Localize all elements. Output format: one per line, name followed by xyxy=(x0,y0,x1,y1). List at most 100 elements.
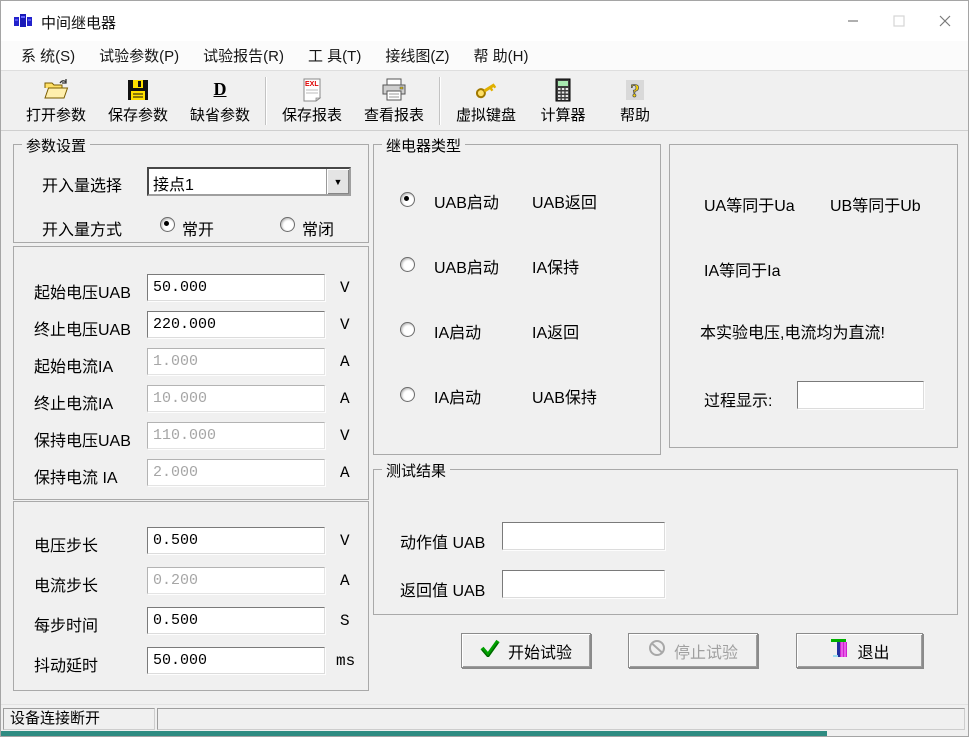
toolbar-button-calculator[interactable]: 计算器 xyxy=(527,74,599,128)
svg-text:?: ? xyxy=(630,81,640,102)
field-unit: A xyxy=(340,390,350,408)
params-steps-panel: 电压步长 V 电流步长 A 每步时间 S 抖动延时 ms xyxy=(13,501,369,691)
relay-option-radio-4[interactable] xyxy=(400,387,415,402)
relay-option-start-label[interactable]: IA启动 xyxy=(434,319,481,343)
minimize-button[interactable] xyxy=(830,1,876,41)
menu-item-tools[interactable]: 工 具(T) xyxy=(296,45,373,66)
menu-item-test-report[interactable]: 试验报告(R) xyxy=(191,45,296,66)
window-titlebar[interactable]: 中间继电器 xyxy=(1,1,968,41)
field-label: 起始电压UAB xyxy=(34,279,131,303)
menu-item-wiring-diagram[interactable]: 接线图(Z) xyxy=(373,45,461,66)
toolbar: 打开参数 保存参数 D 缺省参数 xyxy=(1,71,968,131)
field-unit: V xyxy=(340,532,350,550)
default-d-icon: D xyxy=(206,77,234,103)
toolbar-button-virtual-keyboard[interactable]: 虚拟键盘 xyxy=(445,74,527,128)
input-select-value: 接点1 xyxy=(149,169,326,194)
stop-test-button: 停止试验 xyxy=(628,633,758,668)
stop-test-label: 停止试验 xyxy=(674,639,738,663)
toolbar-button-save-report[interactable]: EXL 保存报表 xyxy=(271,74,353,128)
info-line-ub: UB等同于Ub xyxy=(830,192,921,216)
taskbar-strip xyxy=(1,731,827,737)
toolbar-button-save-params[interactable]: 保存参数 xyxy=(97,74,179,128)
printer-icon xyxy=(380,77,408,103)
field-label: 保持电压UAB xyxy=(34,427,131,451)
start-voltage-input[interactable] xyxy=(147,274,325,301)
toolbar-button-label: 打开参数 xyxy=(26,104,86,125)
params-group: 参数设置 开入量选择 接点1 ▼ 开入量方式 常开 常闭 xyxy=(13,144,369,243)
toolbar-button-label: 保存参数 xyxy=(108,104,168,125)
step-time-input[interactable] xyxy=(147,607,325,634)
relay-option-end-label: UAB返回 xyxy=(532,189,597,213)
toolbar-button-view-report[interactable]: 查看报表 xyxy=(353,74,435,128)
info-line-ua: UA等同于Ua xyxy=(704,192,795,216)
chevron-down-icon: ▼ xyxy=(334,177,343,187)
field-unit: ms xyxy=(336,652,355,670)
end-voltage-input[interactable] xyxy=(147,311,325,338)
current-step-input xyxy=(147,567,325,594)
field-label: 每步时间 xyxy=(34,612,98,636)
toolbar-button-open-params[interactable]: 打开参数 xyxy=(15,74,97,128)
relay-type-group: 继电器类型 UAB启动 UAB返回 UAB启动 IA保持 IA启动 IA返回 I… xyxy=(373,144,661,455)
radio-normally-closed[interactable] xyxy=(280,217,295,232)
relay-option-start-label[interactable]: UAB启动 xyxy=(434,189,499,213)
start-test-label: 开始试验 xyxy=(508,639,572,663)
menu-item-system[interactable]: 系 统(S) xyxy=(9,45,87,66)
result-return-label: 返回值 UAB xyxy=(400,577,485,601)
result-action-label: 动作值 UAB xyxy=(400,529,485,553)
results-group-title: 测试结果 xyxy=(382,460,450,481)
toolbar-button-default-params[interactable]: D 缺省参数 xyxy=(179,74,261,128)
menubar: 系 统(S) 试验参数(P) 试验报告(R) 工 具(T) 接线图(Z) 帮 助… xyxy=(1,41,968,71)
combo-dropdown-button[interactable]: ▼ xyxy=(326,169,349,194)
relay-option-end-label: UAB保持 xyxy=(532,384,597,408)
relay-option-radio-2[interactable] xyxy=(400,257,415,272)
params-group-title: 参数设置 xyxy=(22,135,90,156)
relay-option-start-label[interactable]: IA启动 xyxy=(434,384,481,408)
toolbar-separator xyxy=(439,77,441,125)
toolbar-button-label: 查看报表 xyxy=(364,104,424,125)
help-question-icon: ? xyxy=(621,77,649,103)
toolbar-separator xyxy=(265,77,267,125)
field-label: 终止电压UAB xyxy=(34,316,131,340)
radio-normally-closed-label[interactable]: 常闭 xyxy=(302,216,334,240)
excel-report-icon: EXL xyxy=(298,77,326,103)
check-icon xyxy=(480,639,500,662)
field-unit: V xyxy=(340,427,350,445)
exit-label: 退出 xyxy=(857,639,889,663)
input-select-combo[interactable]: 接点1 ▼ xyxy=(147,167,351,196)
field-label: 保持电流 IA xyxy=(34,464,118,488)
exit-button[interactable]: 退出 xyxy=(796,633,923,668)
input-mode-label: 开入量方式 xyxy=(42,216,122,240)
field-unit: A xyxy=(340,353,350,371)
close-button[interactable] xyxy=(922,1,968,41)
field-label: 终止电流IA xyxy=(34,390,113,414)
jitter-delay-input[interactable] xyxy=(147,647,325,674)
app-icon xyxy=(14,13,32,29)
relay-option-radio-1[interactable] xyxy=(400,192,415,207)
process-display-input xyxy=(797,381,924,409)
toolbar-button-label: 计算器 xyxy=(540,104,585,125)
start-test-button[interactable]: 开始试验 xyxy=(461,633,591,668)
process-display-label: 过程显示: xyxy=(704,387,772,411)
relay-option-start-label[interactable]: UAB启动 xyxy=(434,254,499,278)
info-line-dc-note: 本实验电压,电流均为直流! xyxy=(700,319,885,343)
toolbar-button-help[interactable]: ? 帮助 xyxy=(599,74,671,128)
info-panel: UA等同于Ua UB等同于Ub IA等同于Ia 本实验电压,电流均为直流! 过程… xyxy=(669,144,958,448)
open-folder-icon xyxy=(42,77,70,103)
statusbar: 设备连接断开 xyxy=(1,704,968,732)
field-label: 电流步长 xyxy=(34,572,98,596)
toolbar-button-label: 保存报表 xyxy=(282,104,342,125)
relay-option-end-label: IA保持 xyxy=(532,254,579,278)
field-label: 抖动延时 xyxy=(34,652,98,676)
input-select-label: 开入量选择 xyxy=(42,172,122,196)
params-values-panel: 起始电压UAB V 终止电压UAB V 起始电流IA A 终止电流IA A 保持… xyxy=(13,246,369,500)
voltage-step-input[interactable] xyxy=(147,527,325,554)
relay-option-radio-3[interactable] xyxy=(400,322,415,337)
radio-normally-open-label[interactable]: 常开 xyxy=(182,216,214,240)
field-unit: S xyxy=(340,612,350,630)
menu-item-test-params[interactable]: 试验参数(P) xyxy=(87,45,191,66)
result-action-input xyxy=(502,522,665,550)
toolbar-button-label: 缺省参数 xyxy=(190,104,250,125)
menu-item-help[interactable]: 帮 助(H) xyxy=(461,45,540,66)
radio-normally-open[interactable] xyxy=(160,217,175,232)
svg-text:EXL: EXL xyxy=(305,81,319,88)
